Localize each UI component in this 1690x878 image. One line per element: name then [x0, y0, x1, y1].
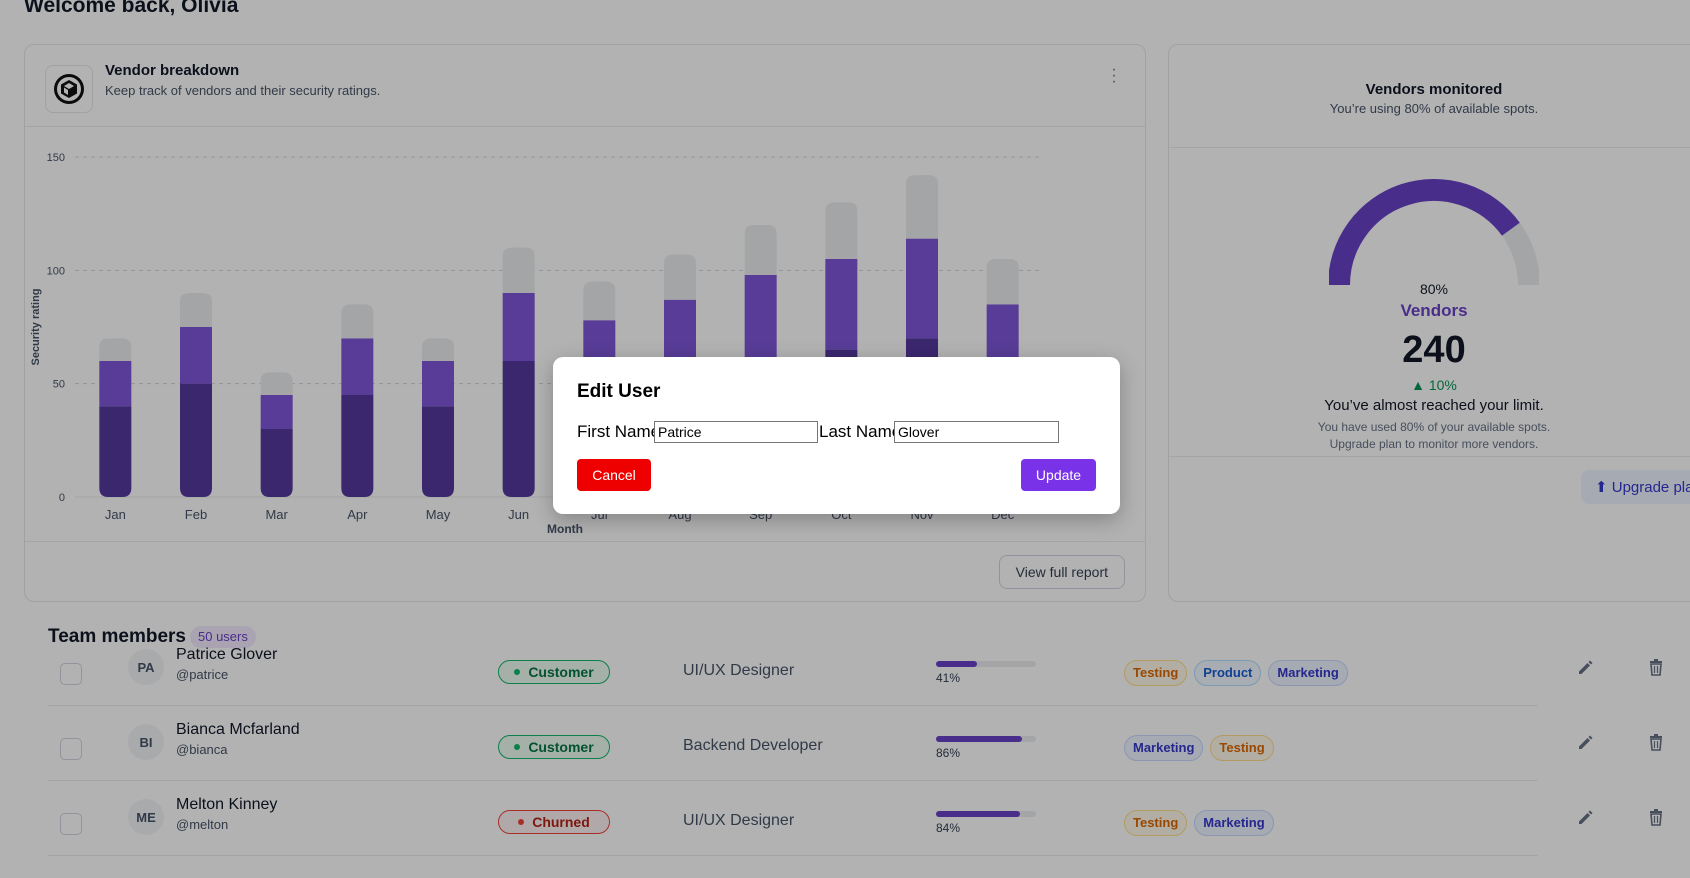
cancel-button[interactable]: Cancel — [577, 459, 651, 491]
last-name-label: Last Name: — [819, 422, 906, 441]
edit-user-modal: Edit User First Name: Last Name: Cancel … — [553, 357, 1120, 514]
dashboard-page: Welcome back, Olivia Vendor breakdown Ke… — [0, 0, 1690, 878]
last-name-input[interactable] — [894, 421, 1059, 443]
update-button[interactable]: Update — [1021, 459, 1096, 491]
first-name-input[interactable] — [654, 421, 818, 443]
modal-title: Edit User — [577, 381, 661, 402]
first-name-label: First Name: — [577, 422, 665, 441]
